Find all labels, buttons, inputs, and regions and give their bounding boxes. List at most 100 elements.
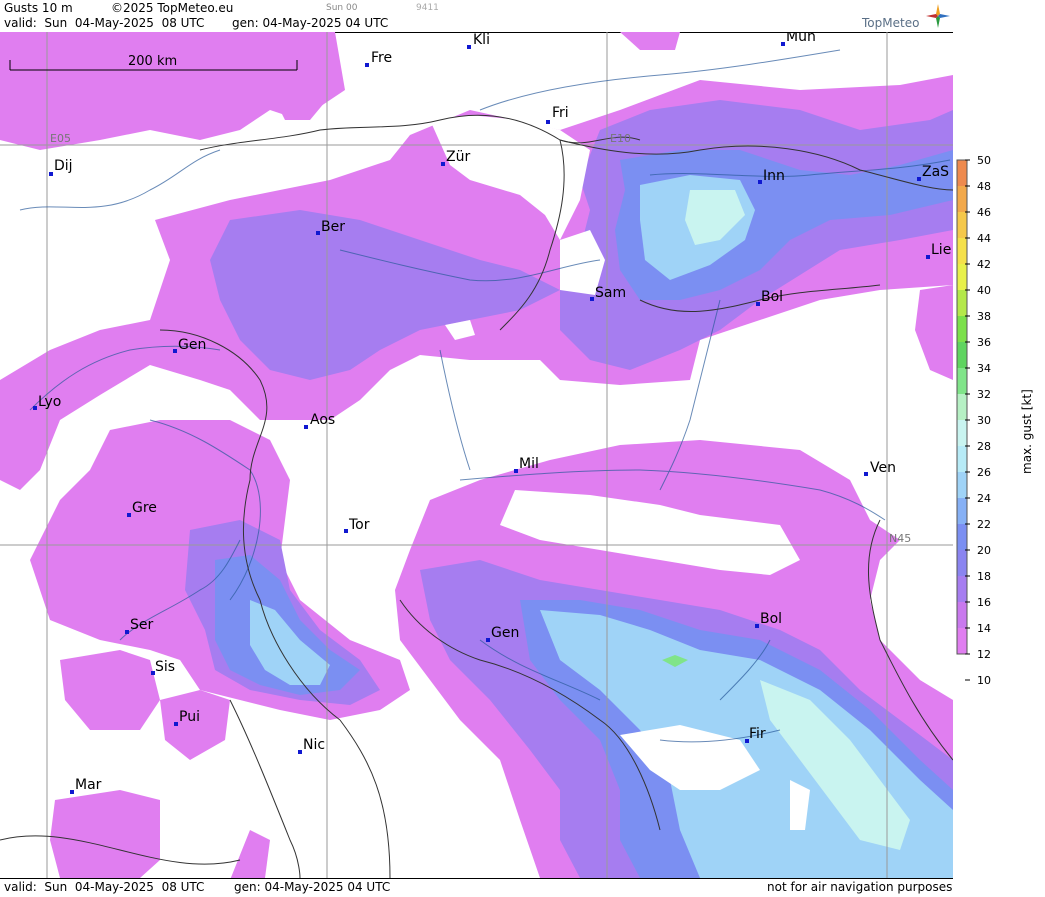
city-bol-north[interactable]: Bol	[756, 289, 783, 306]
legend-tick-label: 10	[977, 674, 991, 687]
svg-text:Inn: Inn	[763, 168, 785, 184]
svg-text:Gen: Gen	[178, 337, 206, 353]
svg-text:Fre: Fre	[371, 50, 392, 66]
legend-swatch-48	[957, 160, 967, 186]
legend-tick-label: 30	[977, 414, 991, 427]
city-fre[interactable]: Fre	[365, 50, 392, 67]
legend-swatch-20	[957, 524, 967, 550]
legend-tick-label: 14	[977, 622, 991, 635]
svg-text:Gre: Gre	[132, 500, 157, 516]
city-lyo[interactable]: Lyo	[33, 394, 61, 410]
logo-star-icon	[926, 4, 950, 28]
svg-text:Aos: Aos	[310, 412, 335, 428]
city-mar[interactable]: Mar	[70, 777, 102, 794]
grid-label-n45: N45	[889, 532, 911, 545]
city-mil[interactable]: Mil	[514, 456, 539, 473]
legend-color-bar	[956, 159, 968, 655]
legend-swatch-32	[957, 368, 967, 394]
gust-field-layer	[0, 32, 953, 878]
svg-text:Sis: Sis	[155, 659, 175, 675]
legend-tick-label: 12	[977, 648, 991, 661]
city-inn[interactable]: Inn	[758, 168, 785, 184]
legend-tick-label: 16	[977, 596, 991, 609]
city-tor[interactable]: Tor	[344, 517, 370, 533]
valid-time: valid: Sun 04-May-2025 08 UTC	[4, 16, 205, 30]
legend-tick-label: 42	[977, 258, 991, 271]
scale-label: 200 km	[128, 54, 177, 69]
footer-valid-time: valid: Sun 04-May-2025 08 UTC	[4, 880, 205, 894]
legend-tick-label: 36	[977, 336, 991, 349]
legend-tick-label: 40	[977, 284, 991, 297]
city-dij[interactable]: Dij	[49, 158, 73, 176]
legend-tick-label: 46	[977, 206, 991, 219]
legend-swatch-22	[957, 498, 967, 524]
city-fri[interactable]: Fri	[546, 105, 569, 124]
legend-swatch-26	[957, 446, 967, 472]
city-sis[interactable]: Sis	[151, 659, 175, 675]
svg-text:Tor: Tor	[348, 517, 370, 533]
svg-text:Lie: Lie	[931, 242, 951, 258]
svg-text:Zür: Zür	[446, 149, 470, 165]
city-fir[interactable]: Fir	[745, 726, 766, 743]
grid-label-e10: E10	[610, 132, 631, 145]
legend-svg: 50 48 46 44 42 40 38 36 34 32 30 28 26 24 22 20 18 16 14 12…	[956, 154, 1034, 687]
legend-swatch-14	[957, 602, 967, 628]
svg-text:Ven: Ven	[870, 460, 896, 476]
svg-text:Sam: Sam	[595, 285, 626, 301]
legend-swatch-36	[957, 316, 967, 342]
city-gen-genoa[interactable]: Gen	[486, 625, 519, 642]
legend-swatch-28	[957, 420, 967, 446]
gust-map[interactable]: 200 km E05 E10 N45 Kli Mun Fre Fri Dij Z…	[0, 32, 954, 878]
legend-swatch-18	[957, 550, 967, 576]
svg-text:Ser: Ser	[130, 617, 154, 633]
city-gen-geneva[interactable]: Gen	[173, 337, 206, 353]
legend-tick-label: 32	[977, 388, 991, 401]
legend-tick-label: 48	[977, 180, 991, 193]
footer-bar: valid: Sun 04-May-2025 08 UTC gen: 04-Ma…	[0, 878, 953, 894]
city-zur[interactable]: Zür	[441, 149, 470, 166]
svg-text:Pui: Pui	[179, 709, 200, 725]
city-bol-south[interactable]: Bol	[755, 611, 782, 628]
map-title: Gusts 10 m	[4, 1, 73, 15]
city-sam[interactable]: Sam	[590, 285, 626, 301]
svg-text:ZaS: ZaS	[922, 164, 949, 180]
run-label: Sun 00	[326, 3, 358, 13]
topmeteo-logo[interactable]: TopMeteo	[862, 16, 919, 30]
legend-swatch-40	[957, 264, 967, 290]
legend-tick-label: 28	[977, 440, 991, 453]
legend-title: max. gust [kt]	[1020, 389, 1034, 474]
generated-time: gen: 04-May-2025 04 UTC	[232, 16, 389, 30]
city-zas[interactable]: ZaS	[917, 164, 949, 181]
legend-tick-label: 26	[977, 466, 991, 479]
svg-text:Fir: Fir	[749, 726, 766, 742]
city-ven[interactable]: Ven	[864, 460, 896, 476]
city-ser[interactable]: Ser	[125, 617, 154, 634]
legend-tick-label: 24	[977, 492, 991, 505]
city-gre[interactable]: Gre	[127, 500, 157, 517]
legend-ticks: 50 48 46 44 42 40 38 36 34 32 30 28 26 24 22 20 18 16 14 12…	[965, 154, 991, 687]
legend-tick-label: 18	[977, 570, 991, 583]
footer-generated-time: gen: 04-May-2025 04 UTC	[234, 880, 391, 894]
legend-swatch-44	[957, 212, 967, 238]
svg-text:Mun: Mun	[786, 32, 816, 45]
svg-text:Lyo: Lyo	[38, 394, 61, 410]
legend-tick-label: 50	[977, 154, 991, 167]
legend-swatch-34	[957, 342, 967, 368]
city-kli[interactable]: Kli	[467, 32, 490, 49]
city-ber[interactable]: Ber	[316, 219, 345, 235]
legend-swatch-42	[957, 238, 967, 264]
city-nic[interactable]: Nic	[298, 737, 325, 754]
city-mun[interactable]: Mun	[781, 32, 816, 46]
legend-tick-label: 38	[977, 310, 991, 323]
svg-text:Dij: Dij	[54, 158, 73, 174]
svg-text:Gen: Gen	[491, 625, 519, 641]
legend-swatch-16	[957, 576, 967, 602]
legend-tick-label: 44	[977, 232, 991, 245]
color-legend: 50 48 46 44 42 40 38 36 34 32 30 28 26 24 22 20 18 16 14 12…	[953, 0, 1045, 893]
svg-text:Ber: Ber	[321, 219, 345, 235]
svg-text:Bol: Bol	[761, 289, 783, 305]
header-bar: Gusts 10 m ©2025 TopMeteo.eu Sun 00 9411…	[0, 0, 953, 33]
svg-text:Nic: Nic	[303, 737, 325, 753]
footer-disclaimer: not for air navigation purposes	[767, 880, 953, 894]
grid-label-e05: E05	[50, 132, 71, 145]
